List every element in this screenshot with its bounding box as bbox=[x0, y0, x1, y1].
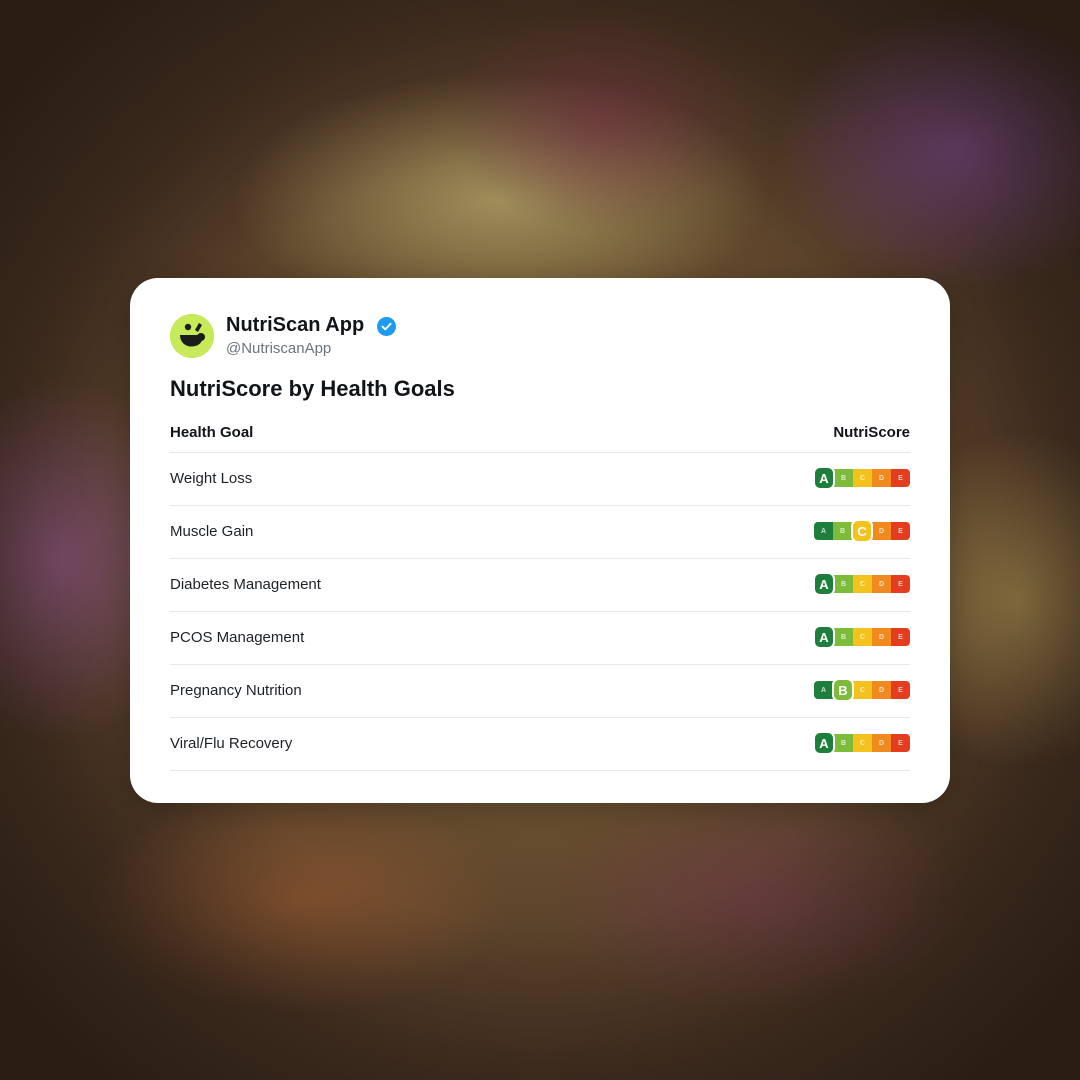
nutriscore-grade-c: C bbox=[853, 734, 872, 752]
health-goal-label: PCOS Management bbox=[170, 629, 305, 646]
column-header-health-goal: Health Goal bbox=[170, 424, 254, 441]
nutriscore-badge: ABCDE bbox=[813, 572, 910, 596]
nutriscore-grade-c: C bbox=[853, 469, 872, 487]
nutriscore-table: Health Goal NutriScore Weight Loss A B C D E M… bbox=[170, 422, 910, 771]
nutriscore-grade-c: C bbox=[853, 681, 872, 699]
nutriscore-grade-e: E bbox=[891, 734, 910, 752]
nutriscore-grade-b: B bbox=[832, 678, 854, 702]
verified-badge-icon bbox=[377, 317, 396, 336]
nutriscore-grade-a: A bbox=[813, 625, 835, 649]
health-goal-label: Viral/Flu Recovery bbox=[170, 735, 293, 752]
nutriscore-grade-a: A bbox=[813, 731, 835, 755]
health-goal-label: Muscle Gain bbox=[170, 523, 254, 540]
nutriscore-grade-d: D bbox=[872, 628, 891, 646]
nutriscore-badge: ABCDE bbox=[813, 731, 910, 755]
table-row: Viral/Flu Recovery A B C D E bbox=[170, 718, 910, 771]
table-row: Weight Loss A B C D E bbox=[170, 453, 910, 506]
nutriscore-grade-d: D bbox=[872, 522, 891, 540]
nutriscore-badge: ABCDE bbox=[813, 625, 910, 649]
table-row: Muscle Gain A B C D E bbox=[170, 506, 910, 559]
nutriscore-grade-d: D bbox=[872, 575, 891, 593]
nutriscore-grade-d: D bbox=[872, 734, 891, 752]
nutriscore-badge: ABCDE bbox=[814, 519, 910, 543]
nutriscore-grade-c: C bbox=[851, 519, 873, 543]
app-name[interactable]: NutriScan App bbox=[226, 314, 364, 337]
nutriscore-grade-a: A bbox=[813, 466, 835, 490]
nutriscore-grade-b: B bbox=[833, 522, 852, 540]
nutriscore-grade-b: B bbox=[834, 734, 853, 752]
post-card: NutriScan App @NutriscanApp NutriScore b… bbox=[130, 278, 950, 803]
table-row: Pregnancy Nutrition A B C D E bbox=[170, 665, 910, 718]
nutriscore-grade-a: A bbox=[813, 572, 835, 596]
health-goal-label: Pregnancy Nutrition bbox=[170, 682, 302, 699]
nutriscore-grade-e: E bbox=[891, 681, 910, 699]
nutriscore-grade-e: E bbox=[891, 522, 910, 540]
nutriscore-grade-d: D bbox=[872, 681, 891, 699]
nutriscore-grade-e: E bbox=[891, 575, 910, 593]
nutriscore-grade-b: B bbox=[834, 469, 853, 487]
post-title: NutriScore by Health Goals bbox=[170, 376, 455, 401]
nutriscan-logo-icon[interactable] bbox=[170, 314, 214, 358]
nutriscore-grade-a: A bbox=[814, 522, 833, 540]
nutriscore-grade-e: E bbox=[891, 628, 910, 646]
nutriscore-grade-e: E bbox=[891, 469, 910, 487]
nutriscore-badge: ABCDE bbox=[814, 678, 910, 702]
table-row: Diabetes Management A B C D E bbox=[170, 559, 910, 612]
nutriscore-grade-c: C bbox=[853, 575, 872, 593]
table-header: Health Goal NutriScore bbox=[170, 422, 910, 453]
account-handle[interactable]: @NutriscanApp bbox=[226, 340, 331, 357]
health-goal-label: Weight Loss bbox=[170, 470, 253, 487]
nutriscore-grade-b: B bbox=[834, 628, 853, 646]
nutriscore-grade-a: A bbox=[814, 681, 833, 699]
nutriscore-badge: ABCDE bbox=[813, 466, 910, 490]
table-row: PCOS Management A B C D E bbox=[170, 612, 910, 665]
health-goal-label: Diabetes Management bbox=[170, 576, 321, 593]
nutriscore-grade-b: B bbox=[834, 575, 853, 593]
column-header-nutriscore: NutriScore bbox=[833, 424, 910, 441]
nutriscore-grade-c: C bbox=[853, 628, 872, 646]
nutriscore-grade-d: D bbox=[872, 469, 891, 487]
